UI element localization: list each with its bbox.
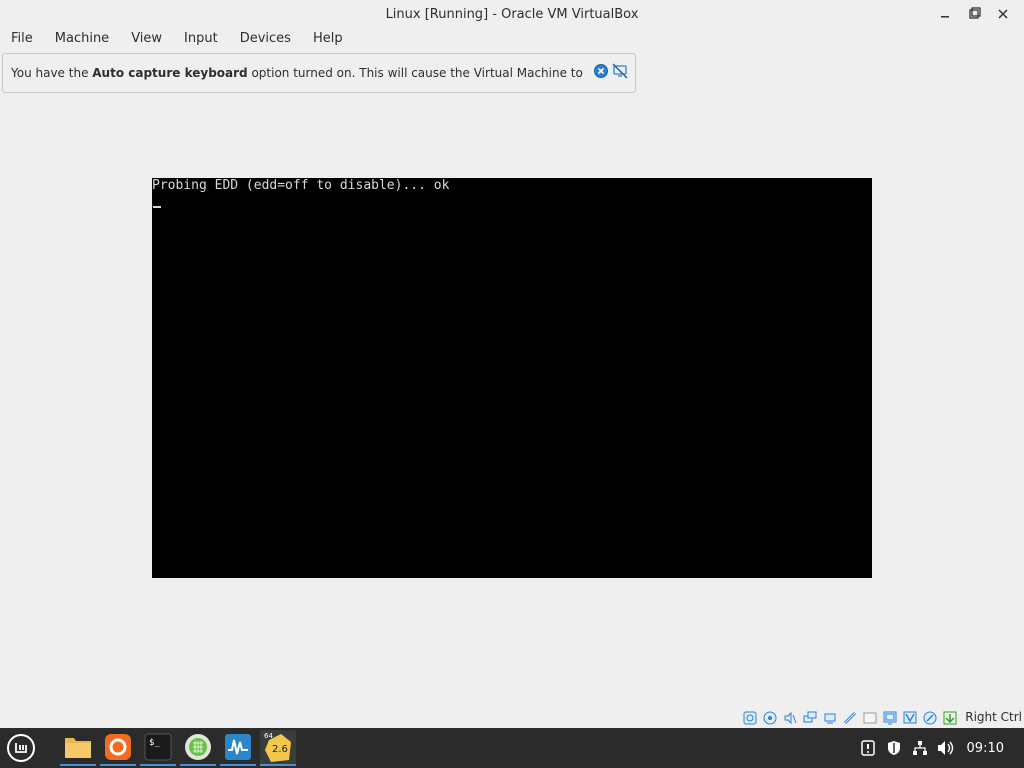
clock[interactable]: 09:10: [967, 741, 1004, 756]
terminal-icon[interactable]: $_: [140, 730, 176, 766]
notice-suffix: option turned on. This will cause the Vi…: [247, 66, 583, 80]
svg-text:$_: $_: [149, 738, 160, 748]
close-notice-icon[interactable]: [593, 63, 609, 79]
host-key-label: Right Ctrl: [965, 710, 1022, 724]
files-icon[interactable]: [60, 730, 96, 766]
console-text: Probing EDD (edd=off to disable)... ok: [152, 178, 450, 193]
status-bar: Right Ctrl: [743, 708, 1022, 726]
notification-banner: You have the Auto capture keyboard optio…: [2, 53, 636, 93]
system-monitor-icon[interactable]: [220, 730, 256, 766]
shield-icon[interactable]: [885, 739, 903, 757]
mouse-integration-icon[interactable]: [923, 710, 937, 725]
keyboard-icon[interactable]: [943, 710, 957, 725]
console-cursor: [153, 206, 161, 208]
do-not-show-again-icon[interactable]: [612, 63, 628, 79]
menu-machine[interactable]: Machine: [44, 28, 120, 50]
menu-bar: File Machine View Input Devices Help: [0, 28, 1024, 50]
usb-icon[interactable]: [823, 710, 837, 724]
calculator-icon[interactable]: [180, 730, 216, 766]
notice-prefix: You have the: [11, 66, 93, 80]
maximize-icon[interactable]: [964, 4, 984, 24]
menu-icon[interactable]: [3, 730, 39, 766]
virtualbox-icon[interactable]: 64 2.6: [260, 730, 296, 766]
system-tray: 09:10: [859, 728, 1024, 768]
close-icon[interactable]: [993, 4, 1013, 24]
notification-text: You have the Auto capture keyboard optio…: [11, 66, 583, 80]
firefox-icon[interactable]: [100, 730, 136, 766]
shared-folders-icon[interactable]: [843, 710, 857, 725]
hard-disk-icon[interactable]: [743, 710, 757, 725]
menu-devices[interactable]: Devices: [229, 28, 302, 50]
vbox-badge: 2.6: [272, 744, 288, 755]
virtualization-icon[interactable]: [903, 710, 917, 724]
menu-help[interactable]: Help: [302, 28, 354, 50]
taskbar: $_ 64 2.6 09:10: [0, 728, 1024, 768]
menu-view[interactable]: View: [120, 28, 173, 50]
video-capture-icon[interactable]: [883, 710, 897, 725]
update-icon[interactable]: [859, 739, 877, 757]
network-icon[interactable]: [803, 710, 817, 724]
network-icon[interactable]: [911, 739, 929, 757]
optical-drive-icon[interactable]: [763, 710, 777, 725]
vm-display[interactable]: Probing EDD (edd=off to disable)... ok: [152, 178, 872, 578]
vbox-badge-top: 64: [264, 732, 273, 740]
title-bar: Linux [Running] - Oracle VM VirtualBox: [0, 0, 1024, 28]
display-icon[interactable]: [863, 710, 877, 724]
audio-icon[interactable]: [783, 710, 797, 725]
menu-file[interactable]: File: [0, 28, 44, 50]
menu-input[interactable]: Input: [173, 28, 229, 50]
volume-icon[interactable]: [937, 739, 955, 757]
notice-bold: Auto capture keyboard: [92, 66, 248, 80]
window-title: Linux [Running] - Oracle VM VirtualBox: [385, 6, 639, 22]
minimize-icon[interactable]: [935, 4, 955, 24]
